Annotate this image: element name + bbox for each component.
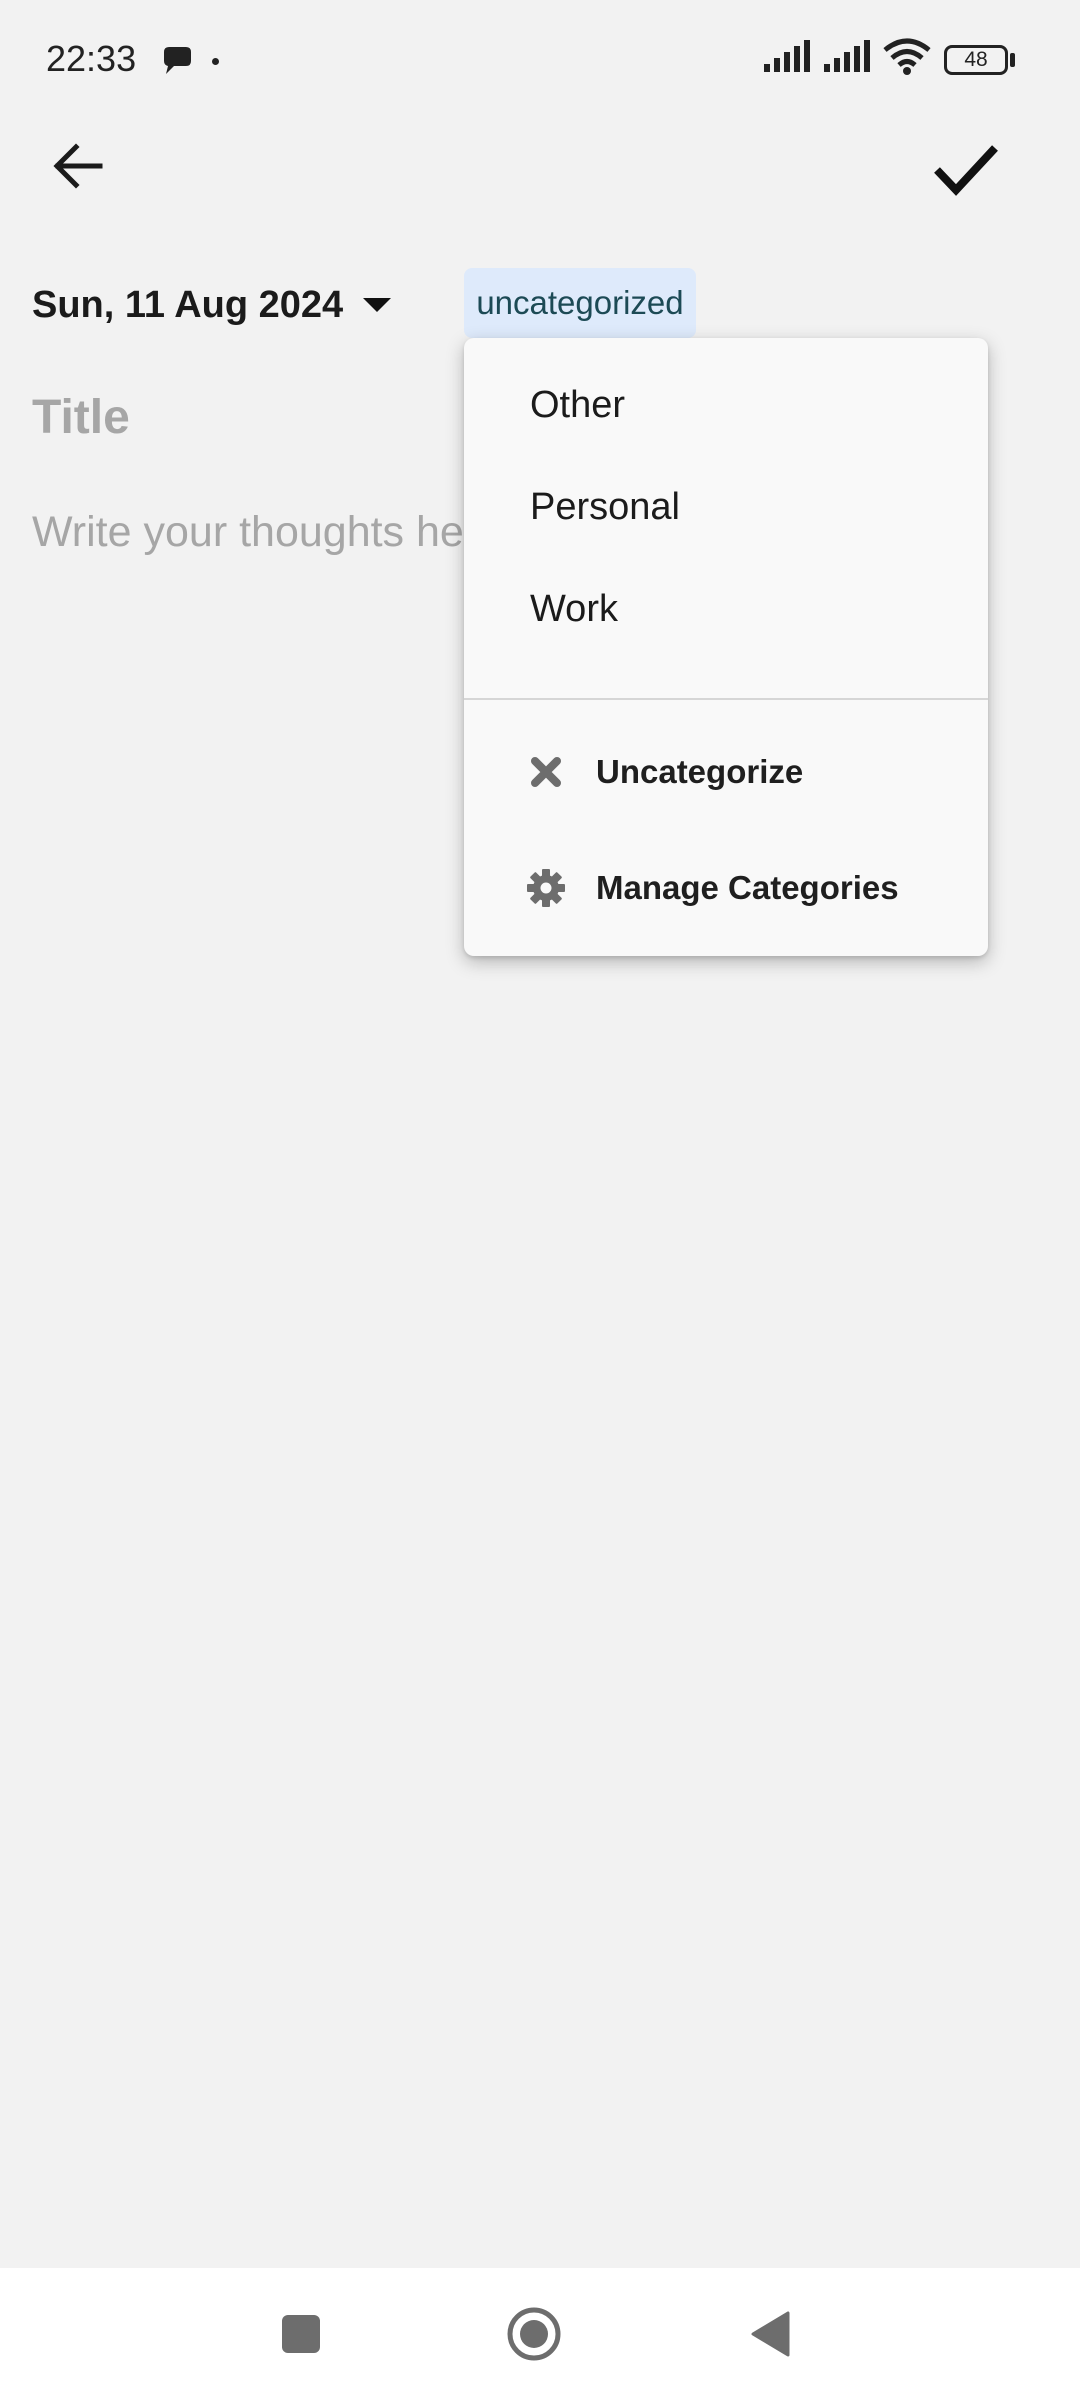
battery-icon: 48 bbox=[944, 45, 1008, 75]
menu-divider bbox=[464, 698, 988, 700]
uncategorize-label: Uncategorize bbox=[596, 753, 804, 790]
menu-item-other[interactable]: Other bbox=[464, 384, 988, 474]
category-menu: Other Personal Work Uncategorize Manage … bbox=[464, 338, 988, 956]
menu-item-label: Other bbox=[530, 384, 626, 426]
back-button[interactable] bbox=[36, 124, 120, 208]
body-input[interactable]: Write your thoughts he bbox=[32, 508, 464, 557]
menu-item-label: Personal bbox=[530, 486, 680, 528]
notification-dot bbox=[212, 58, 219, 65]
save-check-button[interactable] bbox=[920, 124, 1012, 216]
signal-icon bbox=[824, 40, 870, 72]
gear-icon bbox=[527, 869, 565, 907]
manage-categories-label: Manage Categories bbox=[596, 869, 899, 906]
manage-categories-button[interactable]: Manage Categories bbox=[464, 848, 988, 928]
battery-tip bbox=[1010, 53, 1015, 67]
menu-item-work[interactable]: Work bbox=[464, 588, 988, 678]
back-triangle-icon[interactable] bbox=[750, 2310, 790, 2358]
check-icon bbox=[934, 145, 998, 196]
recents-square-icon[interactable] bbox=[282, 2315, 320, 2353]
date-selector[interactable]: Sun, 11 Aug 2024 bbox=[32, 276, 392, 334]
close-icon bbox=[531, 757, 561, 787]
wifi-icon bbox=[883, 38, 931, 75]
chat-bubble-icon bbox=[164, 47, 191, 74]
signal-icon bbox=[764, 40, 810, 72]
status-time: 22:33 bbox=[46, 38, 137, 79]
category-chip[interactable]: uncategorized bbox=[464, 268, 696, 338]
caret-down-icon bbox=[363, 298, 392, 312]
title-input[interactable]: Title bbox=[32, 390, 130, 445]
menu-item-label: Work bbox=[530, 588, 618, 630]
menu-item-personal[interactable]: Personal bbox=[464, 486, 988, 576]
date-label: Sun, 11 Aug 2024 bbox=[32, 283, 344, 326]
arrow-left-icon bbox=[53, 143, 103, 189]
uncategorize-button[interactable]: Uncategorize bbox=[464, 732, 988, 812]
home-circle-icon[interactable] bbox=[506, 2306, 562, 2362]
